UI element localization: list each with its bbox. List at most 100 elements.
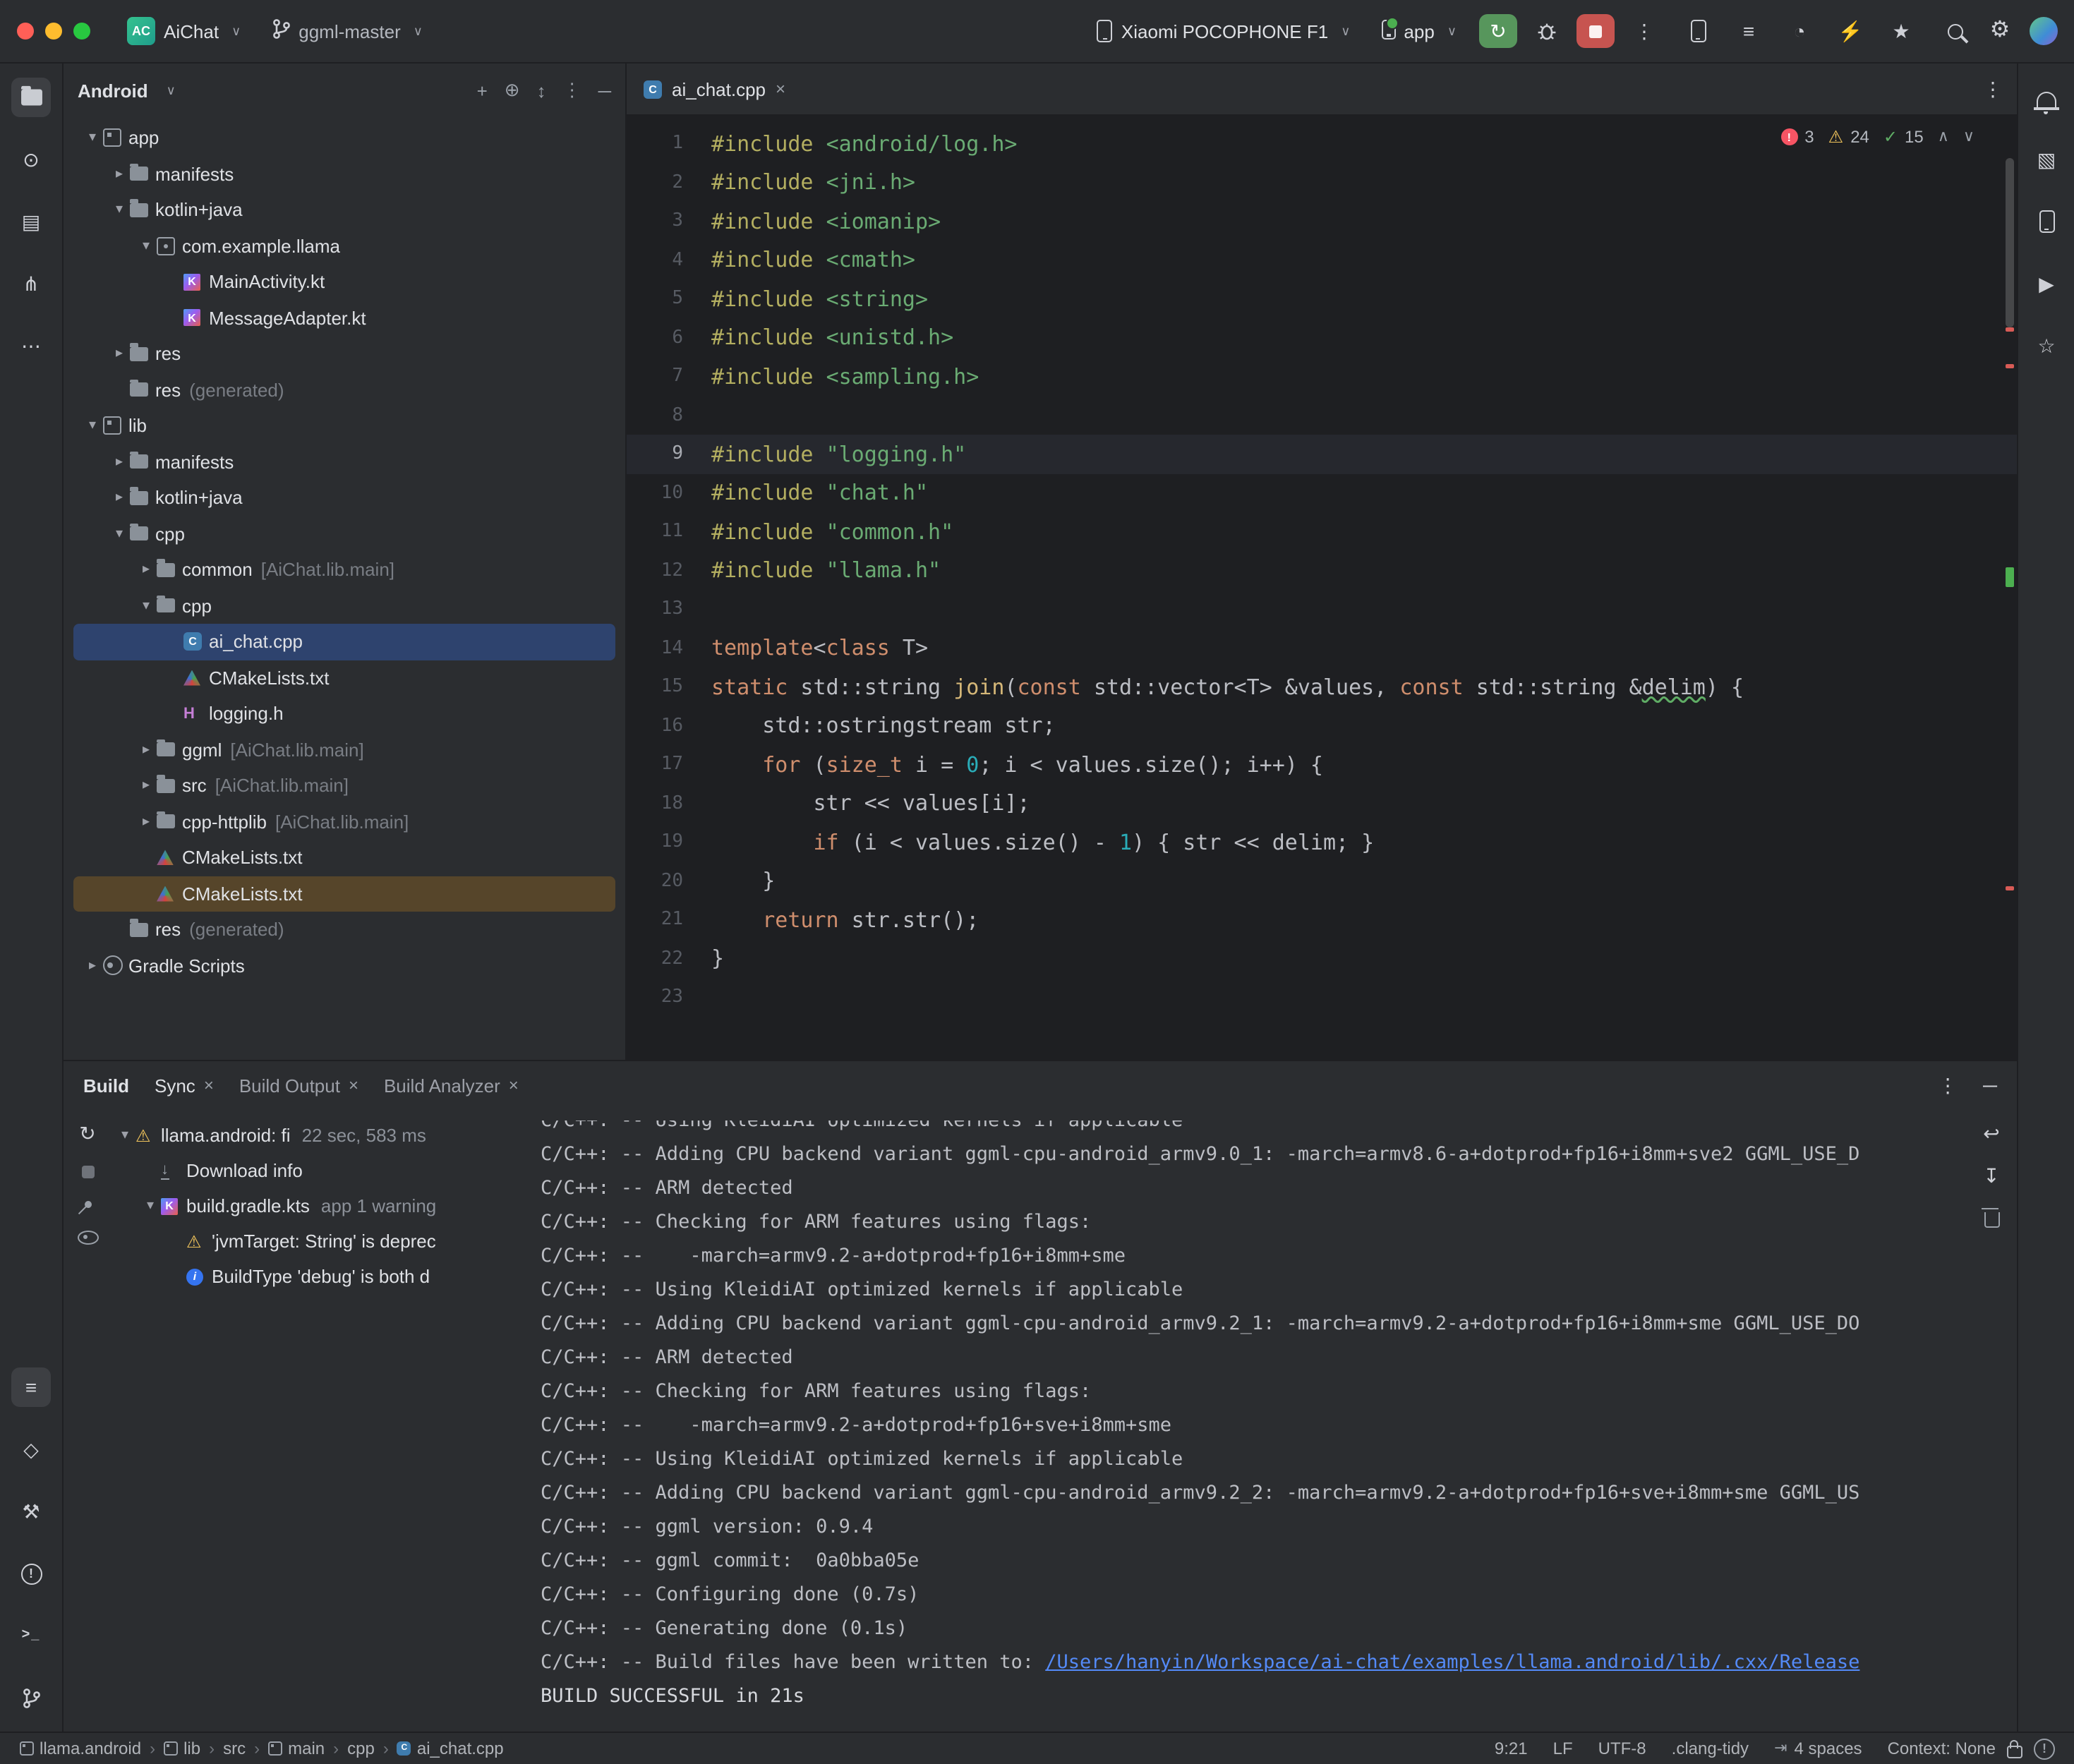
tool-strip-structure[interactable]: ▤ (11, 202, 51, 241)
tool-strip-pull-requests[interactable]: ⋔ (11, 264, 51, 303)
prev-problem-button[interactable]: ∧ (1938, 129, 1949, 145)
project-tree-item[interactable]: ▸src[AiChat.lib.main] (73, 768, 615, 804)
stop-sync-button[interactable] (81, 1166, 94, 1178)
rerun-sync-button[interactable]: ↻ (79, 1123, 95, 1143)
build-tab-build-analyzer[interactable]: Build Analyzer× (384, 1075, 519, 1096)
hide-panel-button[interactable]: ─ (598, 80, 611, 101)
breadcrumb-item[interactable]: Cai_chat.cpp (397, 1739, 504, 1758)
code-line[interactable]: 5#include <string> (627, 279, 2017, 318)
clear-console-button[interactable] (1984, 1212, 1999, 1228)
scroll-to-end-button[interactable]: ↧ (1983, 1166, 1999, 1185)
tool-strip-problems[interactable]: ! (11, 1554, 51, 1593)
editor-tab[interactable]: C ai_chat.cpp × (627, 64, 802, 114)
tree-chevron-icon[interactable]: ▸ (135, 778, 157, 794)
error-stripe-mark[interactable] (2006, 327, 2014, 332)
tool-strip-gradle[interactable]: ▧ (2027, 140, 2066, 179)
code-line[interactable]: 11#include "common.h" (627, 512, 2017, 551)
project-selector[interactable]: AC AiChat ∨ (119, 13, 249, 49)
project-tree-item[interactable]: CMakeLists.txt (73, 840, 615, 876)
highlighting-level-icon[interactable]: ! (2034, 1738, 2055, 1759)
tool-strip-device-explorer[interactable] (2027, 202, 2066, 241)
energy-button[interactable]: ⚡ (1835, 16, 1866, 47)
project-tree-item[interactable]: Hlogging.h (73, 696, 615, 732)
breadcrumb-item[interactable]: llama.android (20, 1739, 141, 1758)
sync-tree-item[interactable]: ⚠'jvmTarget: String' is deprec (111, 1224, 524, 1259)
console-file-link[interactable]: /Users/hanyin/Workspace/ai-chat/examples… (1045, 1651, 1859, 1674)
sync-tree-item[interactable]: ▾⚠llama.android: fi22 sec, 583 ms (111, 1118, 524, 1153)
project-view-selector[interactable]: Android (78, 80, 148, 101)
tool-strip-logcat[interactable]: ≡ (11, 1367, 51, 1407)
project-tree-item[interactable]: ▸common[AiChat.lib.main] (73, 552, 615, 588)
logcat-button[interactable]: ≡ (1733, 16, 1764, 47)
tool-strip-running-devices[interactable]: ▶ (2027, 264, 2066, 303)
tool-strip-version-control[interactable] (11, 1678, 51, 1717)
tool-strip-assistant[interactable]: ☆ (2027, 326, 2066, 366)
project-tree-item[interactable]: KMainActivity.kt (73, 264, 615, 300)
project-tree-item[interactable]: ▸manifests (73, 156, 615, 192)
tree-chevron-icon[interactable]: ▾ (135, 238, 157, 254)
code-line[interactable]: 13 (627, 590, 2017, 629)
profile-avatar[interactable] (2030, 17, 2058, 45)
code-line[interactable]: 9#include "logging.h" (627, 435, 2017, 473)
close-tab-icon[interactable]: × (776, 79, 785, 99)
project-tree-item[interactable]: ▾lib (73, 408, 615, 444)
tree-chevron-icon[interactable]: ▾ (82, 418, 103, 434)
build-tab-sync[interactable]: Sync× (155, 1075, 214, 1096)
tree-chevron-icon[interactable]: ▸ (109, 346, 130, 362)
build-console[interactable]: C/C++: -- Using KleidiAI optimized kerne… (524, 1109, 1966, 1736)
breadcrumb-item[interactable]: src (223, 1739, 246, 1758)
code-line[interactable]: 2#include <jni.h> (627, 163, 2017, 202)
project-tree-item[interactable]: ▸cpp-httplib[AiChat.lib.main] (73, 804, 615, 840)
breadcrumb-item[interactable]: cpp (347, 1739, 375, 1758)
build-panel-title[interactable]: Build (83, 1075, 129, 1096)
sync-tree-item[interactable]: iBuildType 'debug' is both d (111, 1259, 524, 1294)
tree-chevron-icon[interactable]: ▾ (109, 526, 130, 542)
tree-chevron-icon[interactable]: ▸ (82, 958, 103, 974)
zoom-window-button[interactable] (73, 23, 90, 40)
project-tree-item[interactable]: ▾app (73, 120, 615, 156)
status-widget[interactable]: ⇥4 spaces (1774, 1739, 1862, 1758)
expand-collapse-button[interactable]: ↕ (537, 80, 546, 101)
code-line[interactable]: 21 return str.str(); (627, 900, 2017, 939)
project-tree-item[interactable]: ▾com.example.llama (73, 228, 615, 264)
editor-scrollbar[interactable] (2003, 116, 2017, 1060)
project-tree-item[interactable]: res(generated) (73, 912, 615, 948)
rerun-button[interactable]: ↻ (1479, 14, 1517, 48)
close-tab-icon[interactable]: × (509, 1075, 519, 1095)
code-line[interactable]: 12#include "llama.h" (627, 551, 2017, 590)
more-run-options-button[interactable]: ⋮ (1629, 16, 1660, 47)
sync-tree-item[interactable]: ↓Download info (111, 1153, 524, 1188)
tree-chevron-icon[interactable]: ▸ (135, 562, 157, 578)
breadcrumb-item[interactable]: main (268, 1739, 325, 1758)
code-line[interactable]: 19 if (i < values.size() - 1) { str << d… (627, 823, 2017, 862)
code-line[interactable]: 23 (627, 978, 2017, 1017)
tree-chevron-icon[interactable]: ▸ (109, 490, 130, 506)
close-tab-icon[interactable]: × (349, 1075, 358, 1095)
editor-options-button[interactable]: ⋮ (1983, 79, 2003, 99)
settings-button[interactable]: ⚙ (1984, 16, 2015, 47)
search-everywhere-button[interactable] (1939, 16, 1970, 47)
tree-chevron-icon[interactable]: ▾ (82, 131, 103, 146)
minimize-window-button[interactable] (45, 23, 62, 40)
code-line[interactable]: 17 for (size_t i = 0; i < values.size();… (627, 745, 2017, 784)
tool-strip-build-variants[interactable]: ◇ (11, 1430, 51, 1469)
tree-chevron-icon[interactable]: ▸ (135, 742, 157, 758)
project-tree-item[interactable]: ▸Gradle Scripts (73, 948, 615, 984)
run-configuration-selector[interactable]: app ∨ (1373, 15, 1465, 47)
build-options-button[interactable]: ⋮ (1938, 1075, 1958, 1095)
filter-view-icon[interactable] (77, 1231, 98, 1245)
tool-strip-more-tool-windows[interactable]: ⋯ (11, 326, 51, 366)
project-tree-item[interactable]: CMakeLists.txt (73, 660, 615, 696)
gemini-button[interactable]: ★ (1886, 16, 1917, 47)
tool-strip-project[interactable] (11, 78, 51, 117)
project-tree-item[interactable]: ▾cpp (73, 516, 615, 552)
code-line[interactable]: 18 str << values[i]; (627, 784, 2017, 823)
breadcrumb-item[interactable]: lib (164, 1739, 200, 1758)
hide-build-panel-button[interactable]: ─ (1983, 1075, 1997, 1095)
code-line[interactable]: 4#include <cmath> (627, 241, 2017, 279)
tool-strip-commit[interactable]: ⊙ (11, 140, 51, 179)
scrollbar-thumb[interactable] (2006, 158, 2014, 327)
tree-chevron-icon[interactable]: ▾ (135, 598, 157, 614)
stop-button[interactable] (1576, 14, 1615, 48)
project-tree-item[interactable]: CMakeLists.txt (73, 876, 615, 912)
